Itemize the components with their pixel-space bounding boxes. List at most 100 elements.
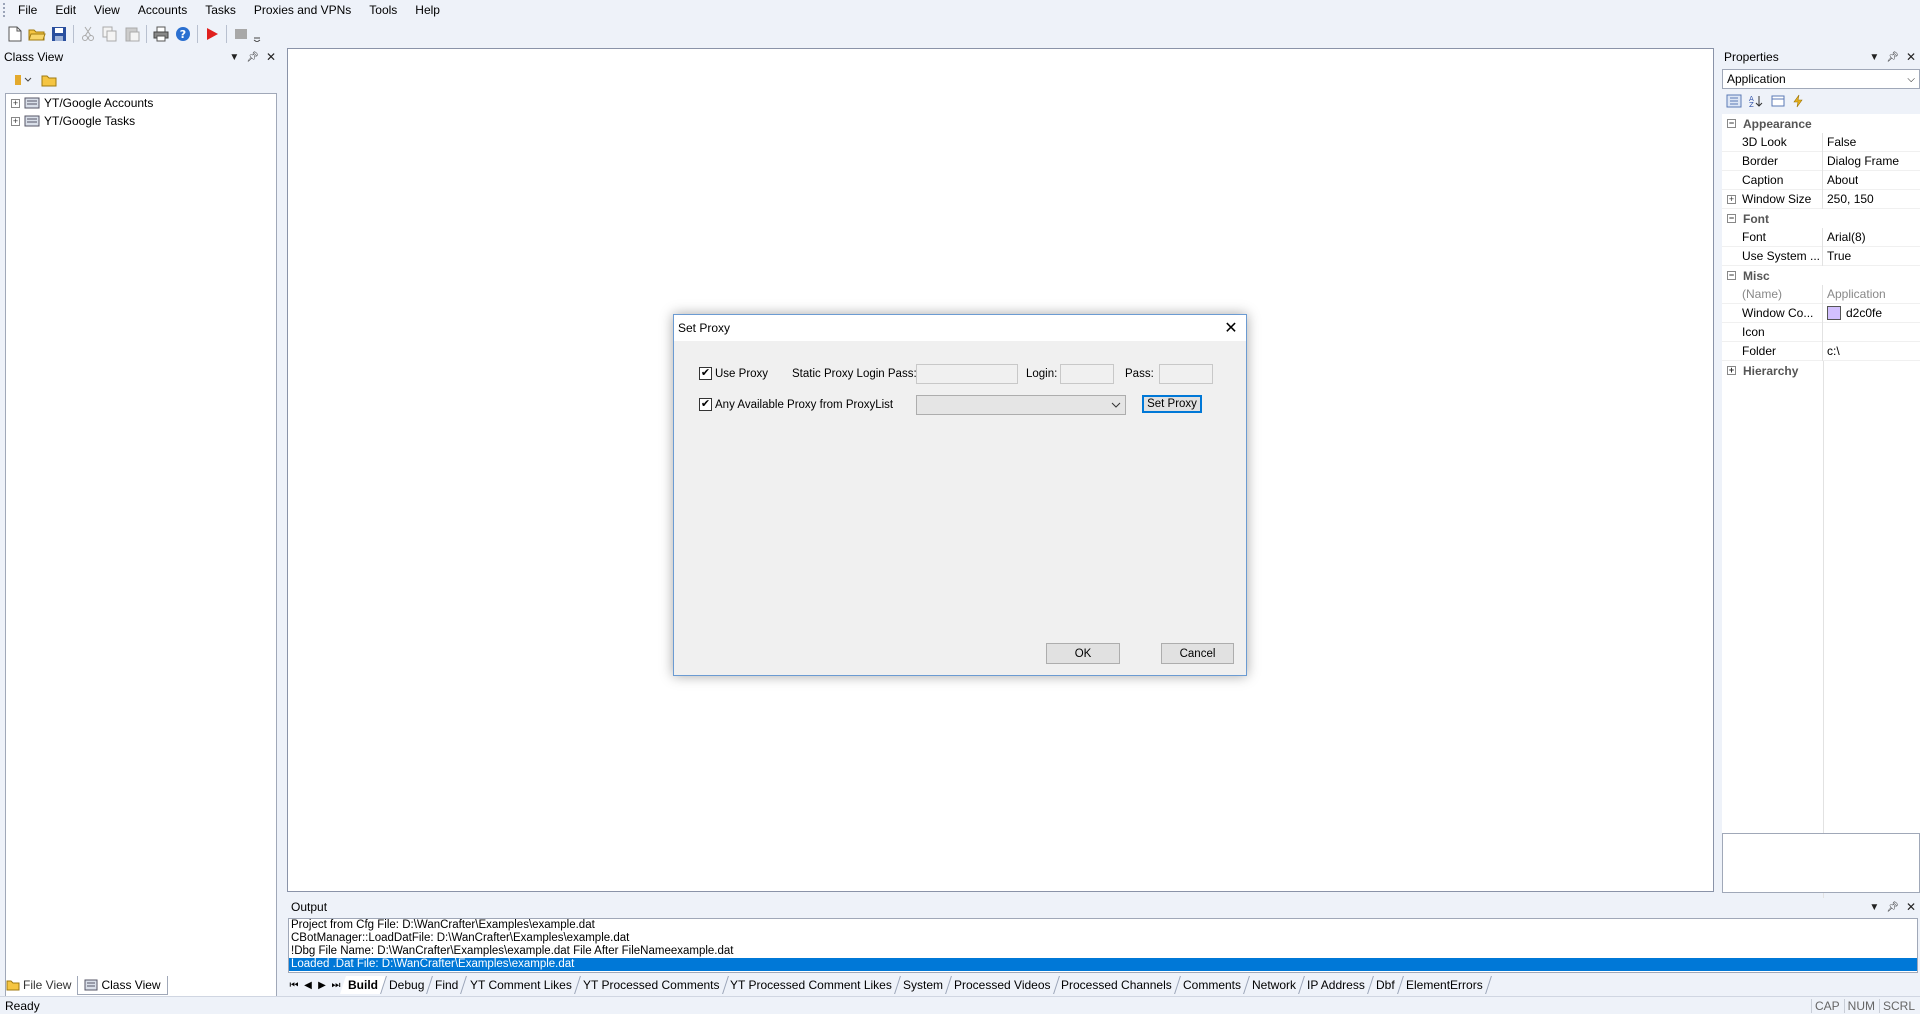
pass-input[interactable] xyxy=(1159,364,1213,384)
prev-tab-icon[interactable]: ◀ xyxy=(301,980,315,991)
property-row[interactable]: 3D Look False xyxy=(1722,132,1920,152)
toolbar-overflow-icon[interactable] xyxy=(252,23,262,45)
collapse-icon[interactable]: − xyxy=(1727,214,1736,223)
set-proxy-button[interactable]: Set Proxy xyxy=(1142,395,1202,413)
save-icon[interactable] xyxy=(48,23,70,45)
proxy-list-select[interactable] xyxy=(916,395,1126,415)
tab-element-errors[interactable]: ElementErrors xyxy=(1397,976,1492,994)
ok-button[interactable]: OK xyxy=(1046,643,1120,664)
pane-menu-icon[interactable]: ▼ xyxy=(1869,902,1879,913)
categorized-icon[interactable] xyxy=(1726,94,1742,111)
next-tab-icon[interactable]: ▶ xyxy=(315,980,329,991)
expand-icon[interactable]: + xyxy=(1727,366,1736,375)
new-file-icon[interactable] xyxy=(4,23,26,45)
property-row[interactable]: Caption About xyxy=(1722,170,1920,190)
close-icon[interactable]: ✕ xyxy=(1216,315,1246,341)
log-line-selected[interactable]: Loaded .Dat File: D:\WanCrafter\Examples… xyxy=(289,958,1917,971)
menu-help[interactable]: Help xyxy=(406,0,449,20)
category-appearance[interactable]: − Appearance xyxy=(1722,114,1920,133)
close-icon[interactable]: ✕ xyxy=(266,50,276,64)
expand-icon[interactable]: + xyxy=(11,98,20,108)
menu-accounts[interactable]: Accounts xyxy=(129,0,196,20)
pin-icon[interactable]: 📌︎ xyxy=(1886,52,1899,63)
tab-yt-comment-likes[interactable]: YT Comment Likes xyxy=(461,976,581,994)
tab-processed-videos[interactable]: Processed Videos xyxy=(945,976,1060,994)
expand-icon[interactable]: + xyxy=(1727,195,1736,204)
help-icon[interactable]: ? xyxy=(172,23,194,45)
cut-icon[interactable] xyxy=(77,23,99,45)
pane-menu-icon[interactable]: ▼ xyxy=(229,52,239,63)
property-row[interactable]: Window Co... d2c0fe xyxy=(1722,303,1920,323)
log-line[interactable]: Project from Cfg File: D:\WanCrafter\Exa… xyxy=(289,919,1917,932)
menu-view[interactable]: View xyxy=(85,0,129,20)
property-row[interactable]: + Window Size 250, 150 xyxy=(1722,189,1920,209)
property-row[interactable]: Icon xyxy=(1722,322,1920,342)
tab-system[interactable]: System xyxy=(894,976,952,994)
copy-icon[interactable] xyxy=(99,23,121,45)
login-input[interactable] xyxy=(1060,364,1114,384)
menu-edit[interactable]: Edit xyxy=(46,0,85,20)
output-log[interactable]: Project from Cfg File: D:\WanCrafter\Exa… xyxy=(288,918,1918,973)
paste-icon[interactable] xyxy=(121,23,143,45)
tree-item-google-accounts[interactable]: + YT/Google Accounts xyxy=(6,94,276,112)
collapse-icon[interactable]: − xyxy=(1727,119,1736,128)
print-icon[interactable] xyxy=(150,23,172,45)
pin-icon[interactable]: 📌︎ xyxy=(246,52,259,63)
category-misc[interactable]: − Misc xyxy=(1722,266,1920,285)
status-indicators: CAP NUM SCRL xyxy=(1810,998,1915,1013)
tab-processed-channels[interactable]: Processed Channels xyxy=(1053,976,1182,994)
status-bar: Ready CAP NUM SCRL xyxy=(0,996,1920,1014)
pin-icon[interactable]: 📌︎ xyxy=(1886,902,1899,913)
first-tab-icon[interactable]: ⏮ xyxy=(287,980,301,991)
tab-file-view[interactable]: File View xyxy=(0,976,77,995)
menu-proxies-vpns[interactable]: Proxies and VPNs xyxy=(245,0,360,20)
run-icon[interactable] xyxy=(201,23,223,45)
tab-yt-processed-comment-likes[interactable]: YT Processed Comment Likes xyxy=(722,976,901,994)
set-proxy-dialog: Set Proxy ✕ ✔ Use Proxy Static Proxy Log… xyxy=(673,314,1247,676)
tab-find[interactable]: Find xyxy=(427,976,468,994)
menu-file[interactable]: File xyxy=(9,0,46,20)
category-hierarchy[interactable]: + Hierarchy xyxy=(1722,361,1920,380)
cancel-button[interactable]: Cancel xyxy=(1161,643,1234,664)
pane-menu-icon[interactable]: ▼ xyxy=(1869,52,1879,63)
tab-yt-processed-comments[interactable]: YT Processed Comments xyxy=(574,976,728,994)
close-icon[interactable]: ✕ xyxy=(1906,50,1916,64)
events-icon[interactable] xyxy=(1792,94,1804,111)
menu-tools[interactable]: Tools xyxy=(360,0,406,20)
menu-tasks[interactable]: Tasks xyxy=(196,0,245,20)
alphabetical-icon[interactable]: AZ xyxy=(1748,94,1764,111)
chevron-down-icon xyxy=(1111,402,1121,408)
use-proxy-checkbox[interactable]: ✔ Use Proxy xyxy=(699,367,768,380)
tab-debug[interactable]: Debug xyxy=(381,976,434,994)
expand-icon[interactable]: + xyxy=(11,116,20,126)
property-row[interactable]: Folder c:\ xyxy=(1722,341,1920,361)
property-row[interactable]: (Name) Application xyxy=(1722,284,1920,304)
checkbox-checked-icon[interactable]: ✔ xyxy=(699,398,712,411)
collapse-icon[interactable]: − xyxy=(1727,271,1736,280)
category-font[interactable]: − Font xyxy=(1722,209,1920,228)
property-row[interactable]: Use System ... True xyxy=(1722,246,1920,266)
property-row[interactable]: Border Dialog Frame xyxy=(1722,151,1920,171)
close-icon[interactable]: ✕ xyxy=(1906,900,1916,914)
tab-build[interactable]: Build xyxy=(340,976,387,994)
scroll-indicator: SCRL xyxy=(1878,998,1915,1013)
any-proxy-checkbox[interactable]: ✔ Any Available Proxy from ProxyList xyxy=(699,398,893,411)
tab-network[interactable]: Network xyxy=(1244,976,1306,994)
properties-object-select[interactable]: Application ⌵ xyxy=(1722,69,1920,89)
open-folder-icon[interactable] xyxy=(26,23,48,45)
log-line[interactable]: !Dbg File Name: D:\WanCrafter\Examples\e… xyxy=(289,945,1917,958)
tab-comments[interactable]: Comments xyxy=(1175,976,1251,994)
static-proxy-input[interactable] xyxy=(916,364,1018,384)
class-sort-icon[interactable] xyxy=(13,73,35,90)
tree-item-google-tasks[interactable]: + YT/Google Tasks xyxy=(6,112,276,130)
log-line[interactable]: CBotManager::LoadDatFile: D:\WanCrafter\… xyxy=(289,932,1917,945)
tab-ip-address[interactable]: IP Address xyxy=(1299,976,1374,994)
properties-selected: Application xyxy=(1727,72,1786,86)
tab-class-view[interactable]: Class View xyxy=(77,975,168,995)
new-folder-icon[interactable] xyxy=(41,73,57,90)
checkbox-checked-icon[interactable]: ✔ xyxy=(699,367,712,380)
caps-indicator: CAP xyxy=(1810,998,1840,1013)
property-row[interactable]: Font Arial(8) xyxy=(1722,227,1920,247)
property-pages-icon[interactable] xyxy=(1770,94,1786,111)
stop-icon[interactable] xyxy=(230,23,252,45)
